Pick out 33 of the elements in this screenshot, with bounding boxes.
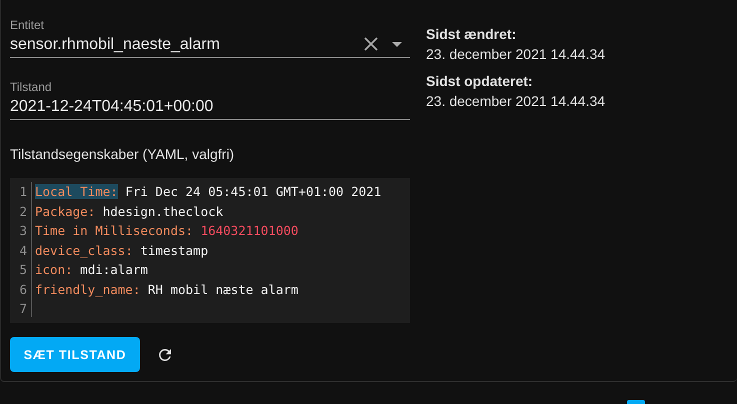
line-number: 3 (10, 221, 32, 240)
state-field[interactable]: Tilstand 2021-12-24T04:45:01+00:00 (10, 78, 410, 120)
line-number: 7 (10, 299, 32, 317)
yaml-value: 1640321101000 (200, 223, 298, 238)
yaml-key: Local Time: (35, 184, 118, 200)
field-value: 2021-12-24T04:45:01+00:00 (10, 97, 214, 117)
code-editor[interactable]: 1 Local Time: Fri Dec 24 05:45:01 GMT+01:00 2021 2 Package: hdesign.theclock 3 Time in Milliseconds: 1640321101000 4 device_class: timestamp 5 icon: mdi:alarm 6 friendly_name: RH mobil næste alarm 7 (10, 178, 410, 323)
line-number: 6 (10, 280, 32, 299)
field-label: Entitet (10, 18, 46, 32)
yaml-key: icon: (35, 262, 73, 278)
yaml-key: device_class: (35, 242, 133, 258)
yaml-key: Package: (35, 204, 96, 219)
caret-icon[interactable] (392, 42, 402, 46)
field-label: Tilstand (10, 80, 53, 94)
field-value: sensor.rhmobil_naeste_alarm (10, 35, 220, 55)
yaml-key: friendly_name: (35, 282, 140, 297)
line-number: 4 (10, 240, 32, 260)
info-value: 23. december 2021 14.44.34 (426, 46, 606, 62)
line-number: 2 (10, 202, 32, 221)
yaml-key: Time in Milliseconds: (35, 223, 194, 238)
info-label: Sidst opdateret: (426, 73, 534, 89)
line-number: 1 (10, 182, 32, 202)
info-value: 23. december 2021 14.44.34 (426, 93, 606, 109)
info-label: Sidst ændret: (426, 26, 518, 42)
yaml-value: hdesign.theclock (102, 204, 224, 219)
yaml-value: mdi:alarm (80, 262, 148, 278)
section-label: Tilstandsegenskaber (YAML, valgfri) (10, 146, 236, 162)
line-number: 5 (10, 260, 32, 280)
yaml-value: timestamp (140, 242, 208, 258)
yaml-value: Fri Dec 24 05:45:01 GMT+01:00 2021 (125, 184, 382, 200)
close-icon[interactable] (364, 37, 378, 51)
entity-field[interactable]: Entitet sensor.rhmobil_naeste_alarm (10, 16, 410, 58)
yaml-value: RH mobil næste alarm (148, 282, 298, 297)
